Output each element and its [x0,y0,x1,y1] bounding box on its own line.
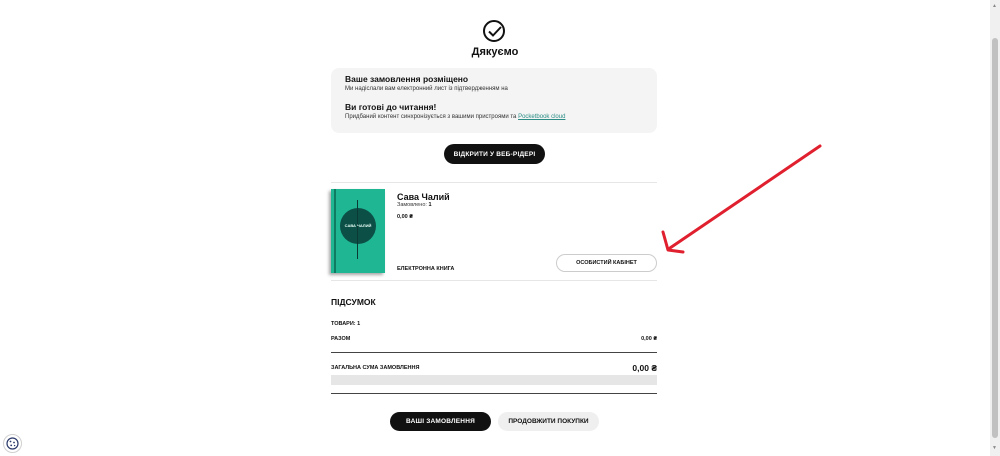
annotation-arrow-icon [661,144,822,254]
divider [331,280,657,281]
confirmation-panel: Ваше замовлення розміщено Ми надіслали в… [331,68,657,133]
personal-cabinet-button[interactable]: ОСОБИСТИЙ КАБІНЕТ [556,254,657,272]
scroll-down-icon[interactable]: ▼ [992,445,997,451]
subtotal-row: РАЗОМ 0,00 ₴ [331,336,657,342]
divider [331,352,657,353]
cover-spine [334,189,336,273]
your-orders-button[interactable]: ВАШІ ЗАМОВЛЕННЯ [390,412,491,431]
divider [331,393,657,394]
total-value: 0,00 ₴ [632,363,657,373]
ready-text-body: Придбаний контент синхронізується з ваши… [345,114,517,120]
book-price: 0,00 ₴ [397,214,413,220]
order-placed-heading: Ваше замовлення розміщено [345,74,469,84]
ordered-label: Замовлено: [397,202,427,208]
items-label: ТОВАРИ: 1 [331,321,361,327]
cover-line [357,200,358,259]
vertical-scrollbar[interactable]: ▲ ▼ [990,0,1000,456]
cover-title: САВА ЧАЛИЙ [344,223,372,228]
check-circle-icon [483,20,505,42]
book-format: ЕЛЕКТРОННА КНИГА [397,266,455,272]
page-title: Дякуємо [471,46,519,58]
subtotal-value: 0,00 ₴ [641,336,657,342]
cookie-settings-icon[interactable] [3,434,22,453]
pocketbook-cloud-link[interactable]: Pocketbook cloud [518,114,565,120]
order-placed-text: Ми надіслали вам електронний лист із під… [345,86,508,92]
total-row: ЗАГАЛЬНА СУМА ЗАМОВЛЕННЯ 0,00 ₴ [331,363,657,373]
open-web-reader-button[interactable]: ВІДКРИТИ У ВЕБ-РІДЕРІ [444,144,545,164]
items-row: ТОВАРИ: 1 [331,321,657,327]
ready-heading: Ви готові до читання! [345,102,437,112]
subtotal-label: РАЗОМ [331,336,351,342]
book-ordered: Замовлено: 1 [397,202,432,208]
placeholder-bar [331,375,657,385]
ready-text: Придбаний контент синхронізується з ваши… [345,113,643,122]
total-label: ЗАГАЛЬНА СУМА ЗАМОВЛЕННЯ [331,365,420,371]
scrollbar-thumb[interactable] [992,38,998,438]
book-cover[interactable]: САВА ЧАЛИЙ [331,189,385,273]
continue-shopping-button[interactable]: ПРОДОВЖИТИ ПОКУПКИ [498,412,599,431]
divider [331,182,657,183]
scroll-up-icon[interactable]: ▲ [992,3,997,9]
ordered-count: 1 [428,202,432,208]
book-title[interactable]: Сава Чалий [397,192,450,202]
summary-title: ПІДСУМОК [331,297,376,307]
